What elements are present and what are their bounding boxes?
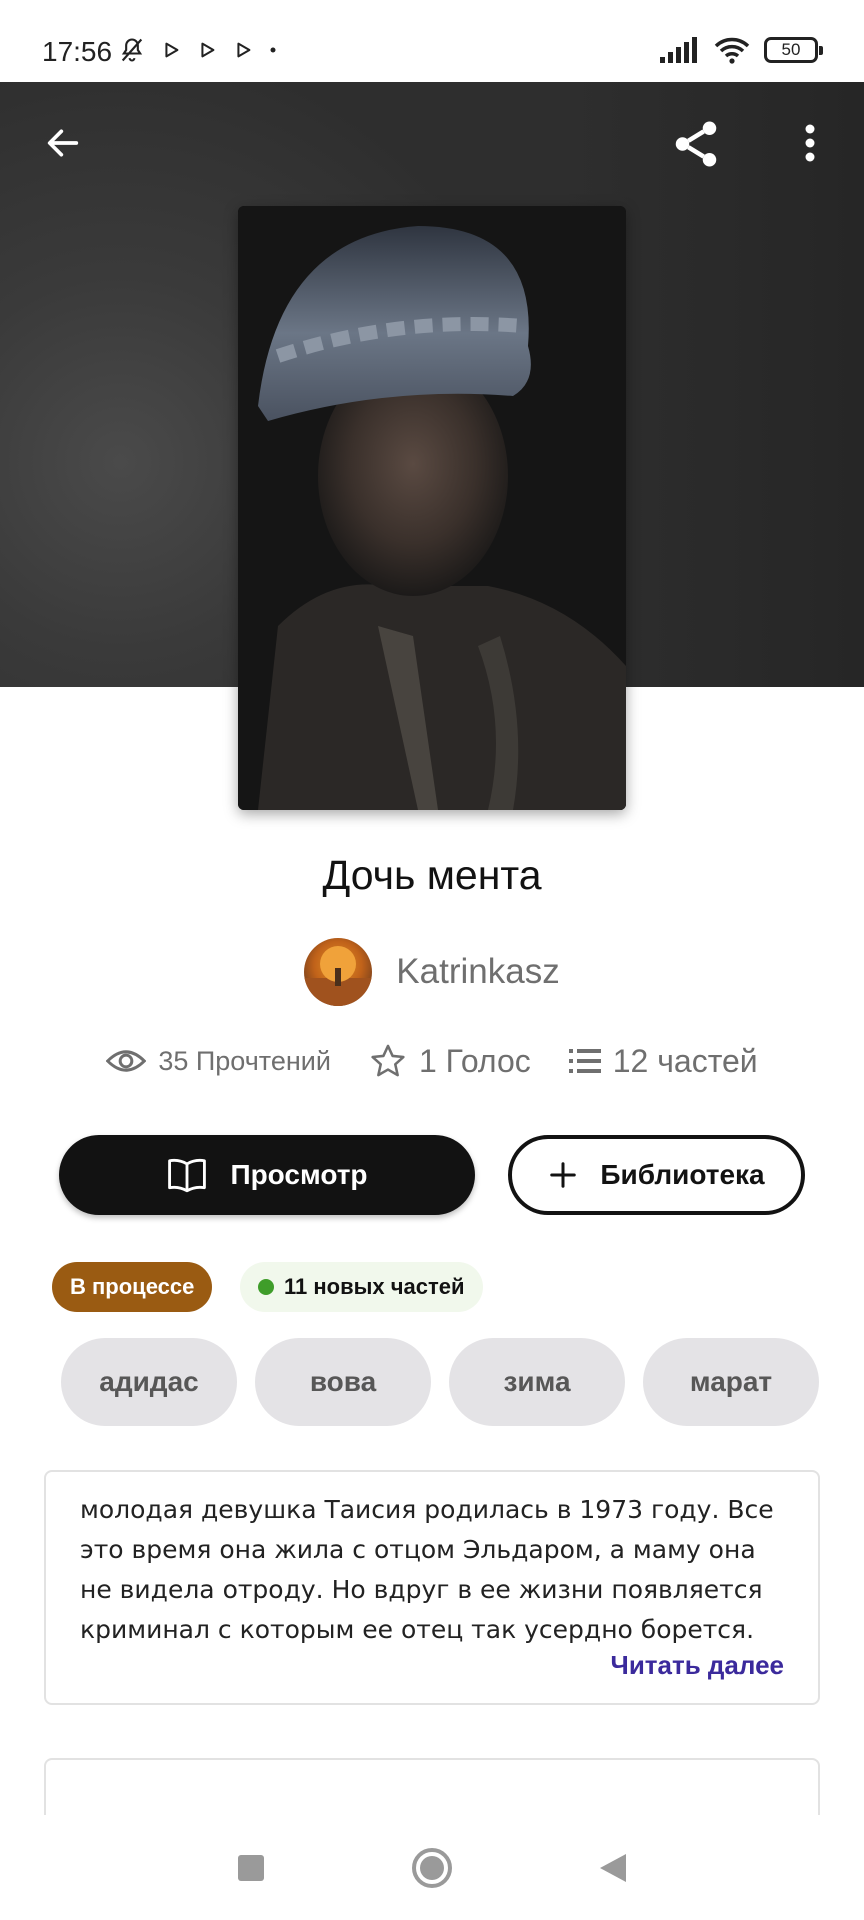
bell-off-icon — [121, 38, 143, 62]
more-vertical-icon — [805, 124, 815, 162]
list-icon — [568, 1049, 601, 1073]
play-icon — [237, 42, 251, 58]
system-icons: 50 — [660, 36, 823, 64]
story-title: Дочь мента — [322, 852, 542, 898]
avatar-image — [304, 946, 373, 1006]
status-time: 17:56 — [42, 36, 113, 67]
plus-icon — [550, 1162, 577, 1188]
wifi-icon — [714, 37, 750, 64]
read-more-link[interactable]: Читать далее — [611, 1650, 784, 1681]
home-button[interactable] — [411, 1847, 453, 1889]
author-name[interactable]: Katrinkasz — [396, 952, 559, 992]
tag-chip[interactable]: марат — [643, 1338, 819, 1426]
description-text: молодая девушка Таисия родилась в 1973 г… — [80, 1495, 774, 1644]
description-card: молодая девушка Таисия родилась в 1973 г… — [44, 1470, 820, 1705]
reads-stat: 35 Прочтений — [106, 1046, 331, 1077]
play-icon — [201, 42, 215, 58]
parts-stat: 12 частей — [568, 1042, 758, 1080]
cover-figure — [238, 206, 626, 810]
battery-icon: 50 — [764, 37, 823, 63]
more-menu-button[interactable] — [788, 118, 832, 168]
recent-apps-button[interactable] — [236, 1853, 266, 1883]
tag-chip[interactable]: вова — [255, 1338, 431, 1426]
system-nav-bar — [0, 1815, 864, 1920]
share-button[interactable] — [668, 116, 724, 172]
story-stats: 35 Прочтений 1 Голос 12 частей — [0, 1042, 864, 1080]
tag-chip[interactable]: адидас — [61, 1338, 237, 1426]
tag-list: адидас вова зима марат — [61, 1338, 819, 1426]
new-parts-dot-icon — [258, 1279, 274, 1295]
library-button-label: Библиотека — [600, 1159, 765, 1190]
story-cover-image — [238, 206, 626, 810]
share-icon — [675, 121, 717, 167]
star-icon — [371, 1044, 405, 1077]
avatar[interactable] — [304, 938, 373, 1006]
eye-icon — [106, 1050, 147, 1072]
parts-list-card[interactable] — [44, 1758, 820, 1818]
author-link[interactable]: Katrinkasz — [0, 938, 864, 1006]
parts-count: 12 частей — [612, 1042, 758, 1079]
new-parts-label: 11 новых частей — [284, 1274, 465, 1299]
add-to-library-button[interactable]: Библиотека — [508, 1135, 805, 1215]
votes-stat: 1 Голос — [369, 1042, 531, 1080]
read-button[interactable]: Просмотр — [59, 1135, 475, 1215]
back-nav-button[interactable] — [598, 1852, 628, 1884]
signal-icon — [660, 37, 697, 63]
book-open-icon — [168, 1158, 207, 1193]
notification-icons — [118, 36, 278, 64]
play-icon — [165, 42, 179, 58]
status-badge: В процессе — [52, 1262, 213, 1312]
dot-icon — [270, 47, 276, 53]
votes-count: 1 Голос — [418, 1042, 531, 1079]
read-button-label: Просмотр — [230, 1159, 368, 1190]
arrow-left-icon — [47, 129, 79, 157]
new-parts-badge: 11 новых частей — [240, 1262, 483, 1312]
back-button[interactable] — [38, 118, 88, 168]
reads-count: 35 Прочтений — [158, 1045, 331, 1076]
tag-chip[interactable]: зима — [449, 1338, 625, 1426]
status-bar: 17:56 50 — [0, 0, 864, 82]
